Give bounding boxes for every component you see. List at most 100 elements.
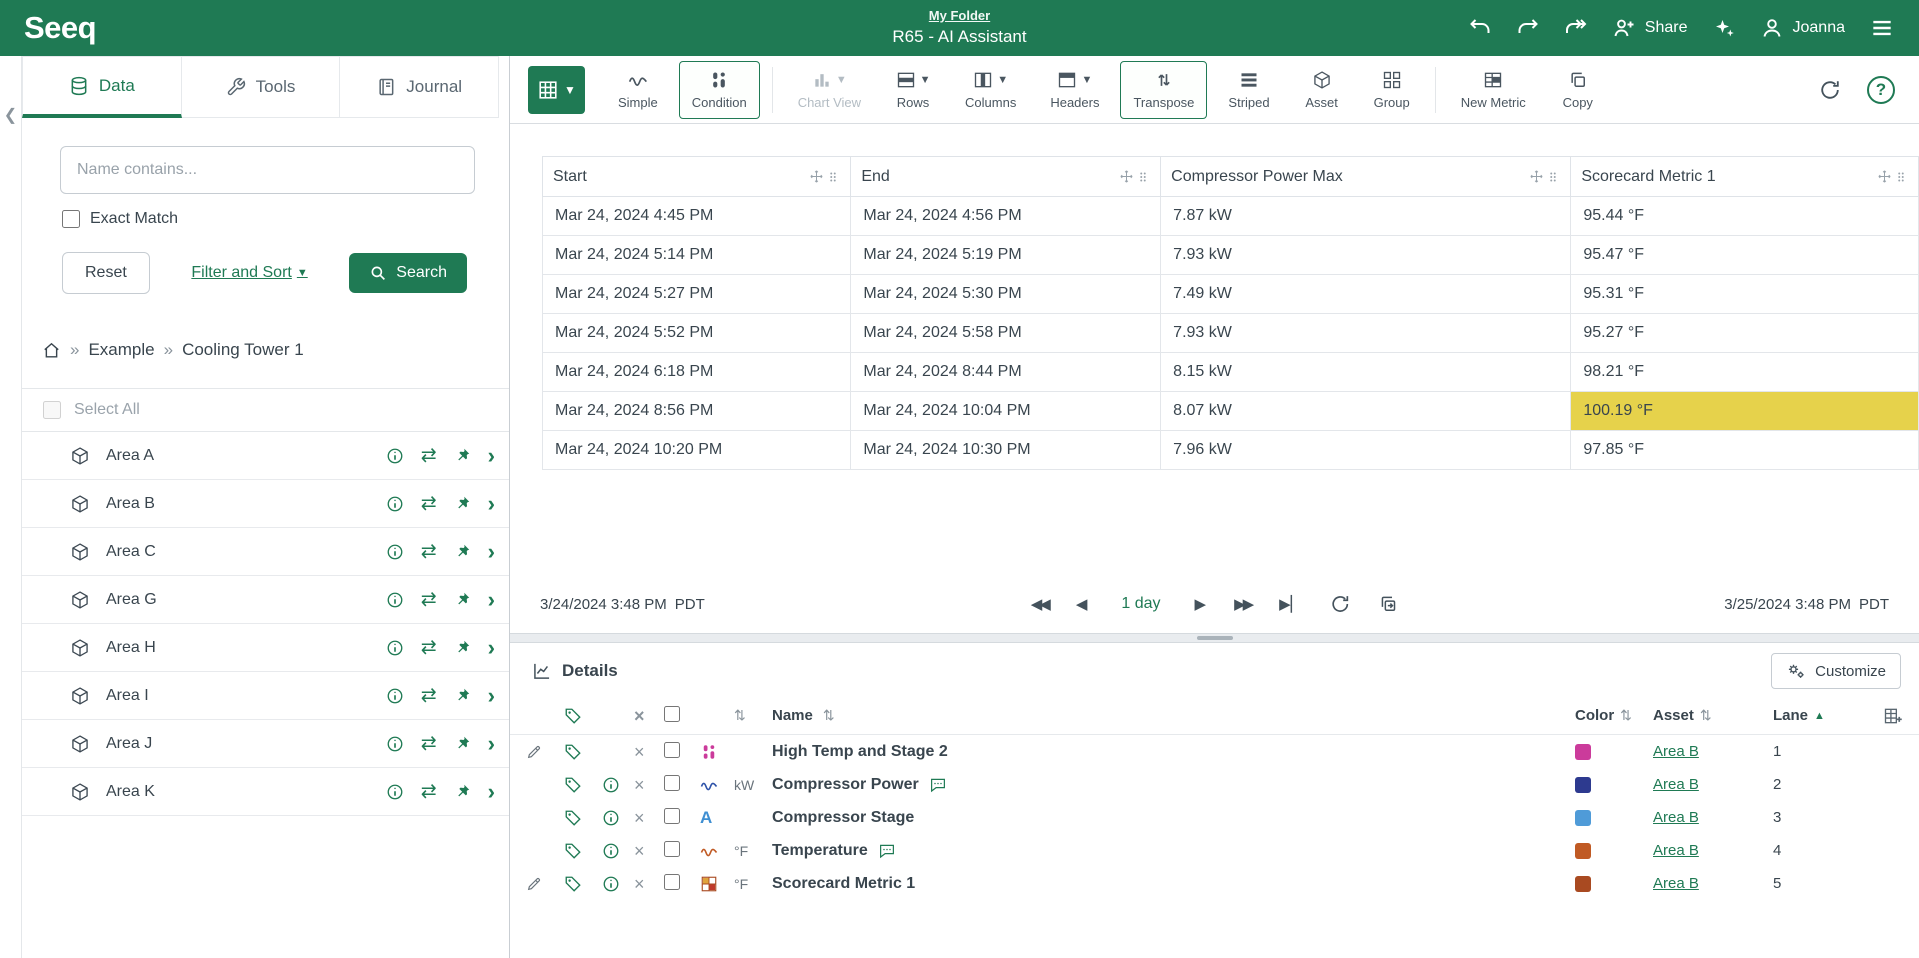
item-name[interactable]: High Temp and Stage 2 — [772, 743, 948, 761]
chevron-right-icon[interactable]: › — [488, 781, 495, 803]
new-metric-button[interactable]: New Metric — [1448, 61, 1539, 119]
skip-forward-icon[interactable]: ▶▶ — [1234, 597, 1251, 612]
step-back-icon[interactable]: ◀ — [1076, 597, 1088, 612]
chart-view-button[interactable]: ▼ Chart View — [785, 61, 874, 119]
remove-item-icon[interactable]: × — [634, 743, 664, 761]
chevron-right-icon[interactable]: › — [488, 493, 495, 515]
details-row[interactable]: × °F Scorecard Metric 1 Area B 5 — [510, 867, 1919, 900]
color-column-header[interactable]: Color ⇅ — [1575, 707, 1653, 724]
item-info-icon[interactable] — [386, 639, 404, 657]
pin-icon[interactable] — [454, 687, 471, 704]
sort-icon[interactable]: ⇅ — [1620, 707, 1632, 724]
asset-button[interactable]: Asset — [1291, 61, 1353, 119]
view-selector-button[interactable]: ▼ — [528, 66, 585, 114]
swap-asset-icon[interactable]: ⇄ — [421, 686, 437, 705]
item-name[interactable]: Temperature — [772, 842, 868, 860]
search-button[interactable]: Search — [349, 253, 467, 293]
item-name[interactable]: Scorecard Metric 1 — [772, 875, 915, 893]
exact-match-checkbox[interactable] — [62, 210, 80, 228]
select-all-items-checkbox[interactable] — [664, 706, 680, 722]
asset-row-area-h[interactable]: Area H ⇄ › — [22, 624, 509, 672]
column-menu-icon[interactable] — [826, 170, 840, 184]
item-info-icon[interactable] — [602, 809, 634, 827]
item-info-icon[interactable] — [386, 591, 404, 609]
tab-journal[interactable]: Journal — [340, 56, 499, 118]
column-menu-icon[interactable] — [1546, 170, 1560, 184]
color-swatch[interactable] — [1575, 843, 1591, 859]
chevron-right-icon[interactable]: › — [488, 589, 495, 611]
asset-link[interactable]: Area B — [1653, 842, 1699, 859]
transpose-button[interactable]: Transpose — [1120, 61, 1207, 119]
tag-icon[interactable] — [564, 776, 602, 794]
item-info-icon[interactable] — [602, 776, 634, 794]
redo-all-icon[interactable] — [1564, 16, 1588, 40]
asset-link[interactable]: Area B — [1653, 776, 1699, 793]
swap-asset-icon[interactable]: ⇄ — [421, 494, 437, 513]
range-end[interactable]: 3/25/2024 3:48 PM PDT — [1724, 596, 1889, 613]
user-menu[interactable]: Joanna — [1760, 16, 1846, 40]
auto-update-icon[interactable] — [1330, 594, 1350, 614]
customize-button[interactable]: Customize — [1771, 653, 1901, 689]
undo-icon[interactable] — [1468, 16, 1492, 40]
asset-row-area-i[interactable]: Area I ⇄ › — [22, 672, 509, 720]
move-column-icon[interactable] — [1119, 169, 1134, 184]
columns-button[interactable]: ▼ Columns — [952, 61, 1029, 119]
pin-icon[interactable] — [454, 495, 471, 512]
rows-button[interactable]: ▼ Rows — [882, 61, 944, 119]
tag-icon[interactable] — [564, 809, 602, 827]
condition-table-button[interactable]: Condition — [679, 61, 760, 119]
asset-link[interactable]: Area B — [1653, 809, 1699, 826]
skip-back-icon[interactable]: ◀◀ — [1031, 597, 1048, 612]
asset-row-area-j[interactable]: Area J ⇄ › — [22, 720, 509, 768]
sort-items-icon[interactable]: ⇅ — [734, 707, 772, 724]
column-header-end[interactable]: End — [851, 157, 1161, 197]
edit-pencil-icon[interactable] — [526, 744, 564, 760]
breadcrumb-example[interactable]: Example — [88, 340, 154, 360]
edit-pencil-icon[interactable] — [526, 876, 564, 892]
column-header-compressor-power-max[interactable]: Compressor Power Max — [1161, 157, 1571, 197]
move-column-icon[interactable] — [1877, 169, 1892, 184]
asset-link[interactable]: Area B — [1653, 875, 1699, 892]
chevron-right-icon[interactable]: › — [488, 685, 495, 707]
color-swatch[interactable] — [1575, 810, 1591, 826]
name-search-input[interactable] — [60, 146, 475, 194]
select-all-checkbox[interactable] — [43, 401, 61, 419]
tab-tools[interactable]: Tools — [182, 56, 341, 118]
details-row[interactable]: × A Compressor Stage Area B 3 — [510, 801, 1919, 834]
column-header-start[interactable]: Start — [543, 157, 851, 197]
filter-and-sort-link[interactable]: Filter and Sort ▼ — [191, 264, 307, 282]
swap-asset-icon[interactable]: ⇄ — [421, 782, 437, 801]
collapse-sidebar-icon[interactable]: ❮ — [1, 94, 21, 136]
item-info-icon[interactable] — [386, 783, 404, 801]
item-info-icon[interactable] — [386, 735, 404, 753]
asset-row-area-c[interactable]: Area C ⇄ › — [22, 528, 509, 576]
pin-icon[interactable] — [454, 591, 471, 608]
group-button[interactable]: Group — [1361, 61, 1423, 119]
remove-item-icon[interactable]: × — [634, 809, 664, 827]
lane-column-header[interactable]: Lane ▲ — [1773, 707, 1859, 724]
headers-button[interactable]: ▼ Headers — [1037, 61, 1112, 119]
color-swatch[interactable] — [1575, 744, 1591, 760]
add-column-icon[interactable] — [1859, 706, 1903, 726]
my-folder-link[interactable]: My Folder — [929, 8, 990, 23]
tag-icon[interactable] — [564, 743, 602, 761]
pin-icon[interactable] — [454, 543, 471, 560]
share-button[interactable]: Share — [1612, 16, 1688, 40]
item-checkbox[interactable] — [664, 841, 680, 857]
asset-row-area-g[interactable]: Area G ⇄ › — [22, 576, 509, 624]
item-checkbox[interactable] — [664, 742, 680, 758]
chevron-right-icon[interactable]: › — [488, 637, 495, 659]
swap-asset-icon[interactable]: ⇄ — [421, 446, 437, 465]
home-icon[interactable] — [42, 341, 61, 360]
details-row[interactable]: × °F Temperature Area B 4 — [510, 834, 1919, 867]
item-info-icon[interactable] — [602, 842, 634, 860]
tab-data[interactable]: Data — [22, 56, 182, 118]
asset-row-area-k[interactable]: Area K ⇄ › — [22, 768, 509, 816]
swap-asset-icon[interactable]: ⇄ — [421, 734, 437, 753]
move-column-icon[interactable] — [1529, 169, 1544, 184]
details-row[interactable]: × kW Compressor Power Area B 2 — [510, 768, 1919, 801]
column-menu-icon[interactable] — [1136, 170, 1150, 184]
item-info-icon[interactable] — [602, 875, 634, 893]
remove-item-icon[interactable]: × — [634, 776, 664, 794]
swap-asset-icon[interactable]: ⇄ — [421, 590, 437, 609]
